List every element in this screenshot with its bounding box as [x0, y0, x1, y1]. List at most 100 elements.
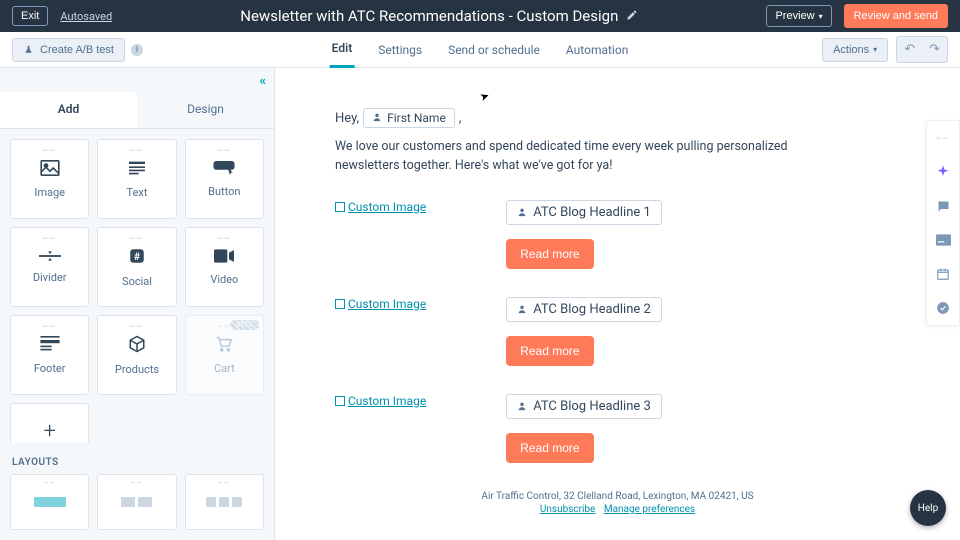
component-label: Image [34, 186, 65, 199]
component-label: Products [115, 363, 159, 376]
broken-image-icon [335, 299, 345, 309]
headline-token[interactable]: ATC Blog Headline 1 [506, 200, 662, 225]
redo-button[interactable]: ↷ [922, 37, 947, 62]
footer-links: Unsubscribe Manage preferences [335, 504, 900, 515]
review-send-button[interactable]: Review and send [844, 4, 948, 28]
layouts-heading: LAYOUTS [0, 443, 274, 474]
broken-image-icon [335, 202, 345, 212]
tab-edit[interactable]: Edit [330, 31, 355, 68]
cart-icon [215, 336, 233, 352]
pencil-icon[interactable] [626, 9, 638, 24]
headline-text: ATC Blog Headline 1 [533, 205, 651, 220]
sidebar: « Add Design ┅┅ Image ┅┅ Text ┅┅ Button [0, 68, 275, 540]
component-products[interactable]: ┅┅ Products [97, 315, 176, 395]
check-circle-icon[interactable] [934, 299, 952, 317]
chat-icon[interactable] [934, 197, 952, 215]
intro-paragraph[interactable]: We love our customers and spend dedicate… [335, 138, 805, 176]
create-ab-test-button[interactable]: Create A/B test [12, 38, 125, 62]
component-text[interactable]: ┅┅ Text [97, 139, 176, 219]
component-label: Text [127, 186, 148, 199]
custom-image-link[interactable]: Custom Image [348, 200, 426, 214]
custom-image-link[interactable]: Custom Image [348, 297, 426, 311]
component-more[interactable]: + More [10, 403, 89, 443]
manage-preferences-link[interactable]: Manage preferences [604, 504, 695, 515]
social-icon: # [128, 247, 146, 265]
headline-token[interactable]: ATC Blog Headline 3 [506, 394, 662, 419]
svg-text:#: # [134, 249, 141, 262]
image-icon [40, 160, 60, 176]
help-fab[interactable]: Help [910, 490, 946, 526]
sidebar-tab-design[interactable]: Design [137, 92, 274, 128]
item-right: ATC Blog Headline 1 Read more [506, 200, 662, 269]
sidebar-tab-add[interactable]: Add [0, 92, 137, 128]
card-icon[interactable] [934, 231, 952, 249]
greet-suffix: , [459, 111, 462, 126]
calendar-icon[interactable] [934, 265, 952, 283]
custom-image-placeholder[interactable]: Custom Image [335, 200, 426, 214]
component-divider[interactable]: ┅┅ Divider [10, 227, 89, 307]
layout-2col[interactable]: ┅┅ [97, 474, 176, 530]
collapse-sidebar-icon[interactable]: « [260, 74, 267, 89]
actions-button[interactable]: Actions ▾ [822, 38, 888, 62]
preview-button[interactable]: Preview ▾ [766, 5, 831, 27]
sidebar-tabs: Add Design [0, 92, 274, 129]
headline-token[interactable]: ATC Blog Headline 2 [506, 297, 662, 322]
preview-label: Preview [775, 10, 814, 22]
person-icon [372, 111, 382, 125]
greet-prefix: Hey, [335, 111, 359, 126]
read-more-button[interactable]: Read more [506, 336, 593, 366]
top-bar: Exit Autosaved Newsletter with ATC Recom… [0, 0, 960, 32]
greeting-line[interactable]: Hey, First Name , [335, 108, 900, 128]
plus-icon: + [43, 419, 55, 443]
drag-handle-icon[interactable]: ┅┅ [934, 129, 952, 147]
read-more-button[interactable]: Read more [506, 433, 593, 463]
page-title: Newsletter with ATC Recommendations - Cu… [240, 7, 618, 25]
autosaved-link[interactable]: Autosaved [60, 10, 112, 23]
item-right: ATC Blog Headline 2 Read more [506, 297, 662, 366]
component-image[interactable]: ┅┅ Image [10, 139, 89, 219]
footer-address[interactable]: Air Traffic Control, 32 Clelland Road, L… [335, 491, 900, 502]
button-icon [213, 161, 235, 175]
undo-redo-group: ↶ ↷ [896, 36, 948, 63]
component-label: Divider [33, 271, 67, 284]
read-more-button[interactable]: Read more [506, 239, 593, 269]
custom-image-link[interactable]: Custom Image [348, 394, 426, 408]
component-grid: ┅┅ Image ┅┅ Text ┅┅ Button ┅┅ Divider ┅┅ [0, 129, 274, 443]
layout-1col[interactable]: ┅┅ [10, 474, 89, 530]
component-label: Video [210, 273, 238, 286]
content-item[interactable]: Custom Image ATC Blog Headline 1 Read mo… [335, 200, 900, 269]
content-item[interactable]: Custom Image ATC Blog Headline 3 Read mo… [335, 394, 900, 463]
drag-handle-icon: ┅┅ [218, 234, 232, 243]
component-video[interactable]: ┅┅ Video [185, 227, 264, 307]
first-name-token[interactable]: First Name [363, 108, 455, 128]
tab-send-schedule[interactable]: Send or schedule [446, 33, 542, 67]
layout-grid: ┅┅ ┅┅ ┅┅ [0, 474, 274, 540]
email-canvas[interactable]: Hey, First Name , We love our customers … [275, 68, 960, 540]
sparkle-icon[interactable] [934, 163, 952, 181]
undo-button[interactable]: ↶ [897, 37, 922, 62]
main-tabs: Edit Settings Send or schedule Automatio… [330, 32, 631, 67]
info-icon[interactable]: i [131, 44, 143, 56]
layout-3col[interactable]: ┅┅ [185, 474, 264, 530]
person-icon [517, 401, 527, 411]
drag-handle-icon: ┅┅ [131, 479, 143, 487]
secondary-bar: Create A/B test i Edit Settings Send or … [0, 32, 960, 68]
video-icon [214, 249, 234, 263]
component-social[interactable]: ┅┅ # Social [97, 227, 176, 307]
tab-settings[interactable]: Settings [376, 33, 424, 67]
component-label: Cart [214, 362, 235, 375]
unsubscribe-link[interactable]: Unsubscribe [540, 504, 595, 515]
main-area: « Add Design ┅┅ Image ┅┅ Text ┅┅ Button [0, 68, 960, 540]
tab-automation[interactable]: Automation [564, 33, 630, 67]
custom-image-placeholder[interactable]: Custom Image [335, 297, 426, 311]
actions-label: Actions [833, 44, 869, 56]
component-footer[interactable]: ┅┅ Footer [10, 315, 89, 395]
exit-button[interactable]: Exit [12, 6, 48, 26]
actions-wrap: Actions ▾ ↶ ↷ [822, 36, 948, 63]
component-label: Social [122, 275, 152, 288]
chevron-down-icon: ▾ [873, 45, 877, 54]
component-button[interactable]: ┅┅ Button [185, 139, 264, 219]
item-right: ATC Blog Headline 3 Read more [506, 394, 662, 463]
custom-image-placeholder[interactable]: Custom Image [335, 394, 426, 408]
content-item[interactable]: Custom Image ATC Blog Headline 2 Read mo… [335, 297, 900, 366]
